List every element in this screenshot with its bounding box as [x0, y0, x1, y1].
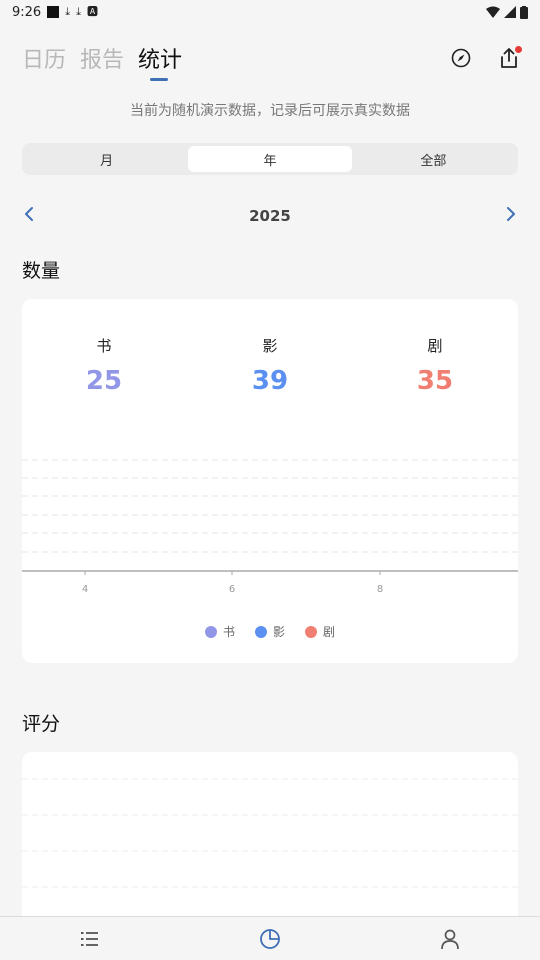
share-button[interactable] — [496, 45, 522, 71]
download-icon: ⤓ — [65, 5, 71, 18]
legend-item-movies[interactable]: 影 — [254, 623, 285, 640]
stat-books: 书 25 — [44, 335, 164, 396]
nav-statistics-button[interactable] — [250, 919, 290, 959]
tab-report[interactable]: 报告 — [80, 42, 124, 74]
count-section-title: 数量 — [22, 260, 61, 282]
demo-data-notice: 当前为随机演示数据，记录后可展示真实数据 — [130, 103, 410, 119]
legend-dot — [305, 625, 317, 638]
translate-icon: 🅰 — [86, 5, 98, 18]
status-time: 9:26 — [12, 4, 42, 20]
stat-value: 25 — [85, 366, 123, 396]
chart-legend: 书 影 剧 — [22, 623, 518, 640]
stat-value: 39 — [251, 366, 289, 396]
legend-item-books[interactable]: 书 — [204, 623, 235, 640]
top-nav: 日历 报告 统计 — [22, 38, 522, 81]
year-selector: 2025 — [22, 202, 518, 230]
tab-statistics[interactable]: 统计 — [138, 42, 182, 81]
notification-badge — [515, 46, 522, 53]
next-year-button[interactable] — [504, 206, 518, 226]
wifi-icon — [486, 6, 500, 18]
stat-label: 影 — [262, 337, 278, 355]
bottom-nav — [0, 916, 540, 960]
tab-calendar[interactable]: 日历 — [22, 42, 66, 74]
stat-label: 书 — [96, 337, 112, 355]
rating-chart — [22, 778, 518, 888]
stat-movies: 影 39 — [210, 335, 330, 396]
chevron-left-icon — [25, 207, 33, 221]
legend-label: 剧 — [323, 625, 336, 639]
legend-label: 书 — [222, 625, 235, 639]
legend-dot — [204, 625, 217, 638]
stat-value: 35 — [416, 366, 454, 396]
list-icon — [81, 931, 98, 946]
segment-all[interactable]: 全部 — [352, 146, 515, 172]
signal-icon — [504, 6, 516, 18]
legend-label: 影 — [272, 625, 285, 639]
nav-profile-button[interactable] — [430, 919, 470, 959]
legend-item-series[interactable]: 剧 — [305, 623, 335, 640]
year-label: 2025 — [249, 207, 291, 225]
notification-square-icon — [47, 6, 60, 18]
stat-label: 剧 — [427, 337, 443, 355]
segment-month[interactable]: 月 — [25, 146, 188, 172]
chart-gridlines — [22, 459, 518, 553]
profile-icon — [441, 929, 459, 949]
status-bar: 9:26 ⤓ ⤓ 🅰 — [0, 0, 540, 24]
chart-gridlines — [22, 778, 518, 888]
stat-series: 剧 35 — [375, 335, 495, 396]
period-segmented-control: 月 年 全部 — [22, 143, 518, 175]
x-tick-label: 4 — [82, 584, 88, 595]
download-icon: ⤓ — [76, 5, 81, 18]
count-chart: 4 6 8 — [22, 459, 518, 595]
compass-icon — [451, 48, 471, 68]
rating-section-title: 评分 — [22, 713, 61, 735]
pie-chart-icon — [260, 928, 280, 949]
battery-icon — [520, 5, 528, 19]
segment-year[interactable]: 年 — [188, 146, 352, 172]
count-card: 书 25 影 39 剧 35 4 6 8 书 影 剧 — [22, 299, 518, 663]
x-tick-label: 6 — [229, 584, 235, 595]
nav-list-button[interactable] — [70, 919, 110, 959]
legend-dot — [254, 625, 267, 638]
prev-year-button[interactable] — [22, 206, 36, 226]
x-tick-label: 8 — [377, 584, 383, 595]
compass-button[interactable] — [448, 45, 474, 71]
chevron-right-icon — [507, 207, 515, 221]
